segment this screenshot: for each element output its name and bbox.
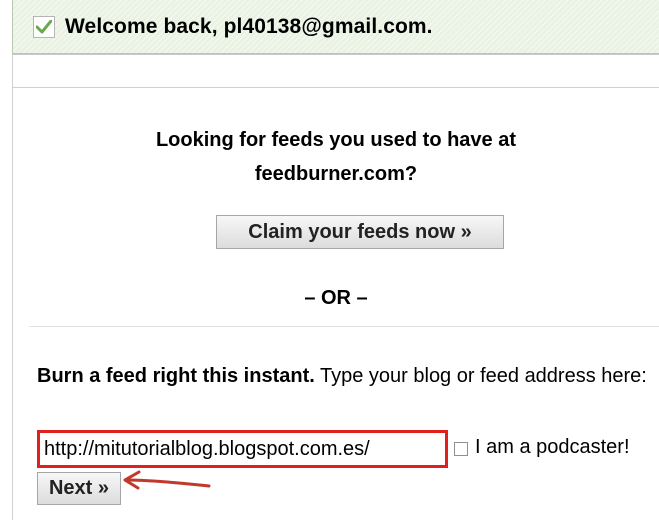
burn-instructions: Burn a feed right this instant. Type you…: [37, 361, 647, 391]
claim-feeds-button[interactable]: Claim your feeds now »: [216, 215, 504, 249]
podcaster-checkbox[interactable]: [454, 442, 468, 456]
main-panel: Looking for feeds you used to have at fe…: [12, 54, 659, 520]
feed-url-value: http://mitutorialblog.blogspot.com.es/: [44, 438, 370, 460]
section-divider: [29, 326, 659, 327]
podcaster-label: I am a podcaster!: [475, 436, 630, 458]
or-separator: – OR –: [304, 287, 368, 309]
welcome-banner: Welcome back, pl40138@gmail.com.: [12, 0, 659, 54]
feed-url-input[interactable]: http://mitutorialblog.blogspot.com.es/: [37, 430, 448, 468]
burn-instructions-rest: Type your blog or feed address here:: [314, 365, 647, 387]
welcome-message: Welcome back, pl40138@gmail.com.: [65, 14, 433, 38]
top-divider: [13, 87, 659, 88]
claim-heading-line1: Looking for feeds you used to have at: [155, 129, 517, 151]
claim-heading: Looking for feeds you used to have at fe…: [13, 123, 659, 191]
claim-heading-line2: feedburner.com?: [254, 163, 418, 185]
arrow-icon: [123, 470, 211, 490]
checkmark-icon: [33, 15, 55, 38]
burn-instructions-bold: Burn a feed right this instant.: [37, 365, 315, 387]
next-button[interactable]: Next »: [37, 472, 121, 505]
